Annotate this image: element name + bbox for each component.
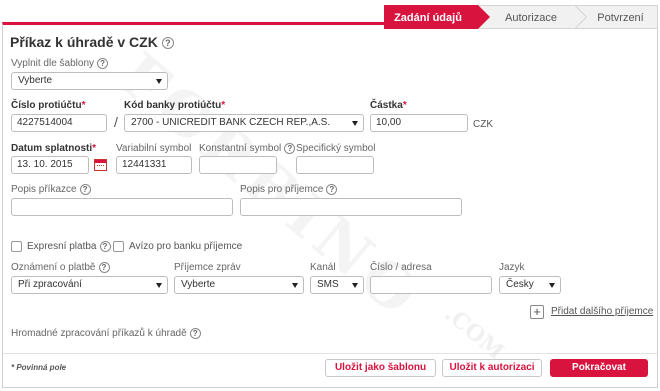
channel-label: Kanál: [310, 262, 336, 273]
specific-symbol-label: Specifický symbol: [296, 143, 376, 154]
account-label: Číslo protiúčtu*: [11, 100, 85, 111]
address-input[interactable]: [370, 276, 492, 294]
template-select-value: Vyberte: [18, 75, 53, 86]
help-icon[interactable]: ?: [99, 241, 111, 252]
step-confirmation-label: Potvrzení: [597, 12, 644, 24]
language-label: Jazyk: [499, 262, 525, 273]
step-authorization-label: Autorizace: [505, 12, 557, 24]
help-icon[interactable]: ?: [189, 328, 201, 339]
constant-symbol-label: Konstantní symbol?: [199, 143, 296, 155]
chevron-down-icon: [156, 283, 162, 288]
bank-code-select[interactable]: 2700 - UNICREDIT BANK CZECH REP.,A.S.: [124, 114, 364, 132]
bank-notice-checkbox[interactable]: [113, 241, 124, 252]
channel-select[interactable]: SMS: [310, 276, 364, 294]
help-icon[interactable]: ?: [284, 143, 296, 154]
help-icon[interactable]: ?: [97, 58, 109, 69]
account-input[interactable]: 4227514004: [11, 114, 107, 132]
bulk-processing-label-text: Hromadné zpracování příkazů k úhradě: [11, 328, 187, 340]
help-icon[interactable]: ?: [79, 184, 91, 195]
step-data-entry-label: Zadání údajů: [394, 12, 462, 24]
bank-code-select-value: 2700 - UNICREDIT BANK CZECH REP.,A.S.: [131, 117, 331, 128]
required-mark: *: [81, 100, 86, 111]
save-for-authorization-button[interactable]: Uložit k autorizaci: [442, 359, 542, 377]
bank-code-label: Kód banky protiúčtu*: [124, 100, 225, 111]
message-recipient-label: Příjemce zpráv: [174, 262, 241, 273]
template-select[interactable]: Vyberte: [11, 72, 168, 90]
payer-description-label-text: Popis příkazce: [11, 184, 77, 196]
express-payment-checkbox[interactable]: [11, 241, 22, 252]
bank-code-label-text: Kód banky protiúčtu: [124, 100, 222, 111]
bulk-processing-label: Hromadné zpracování příkazů k úhradě?: [11, 328, 201, 339]
continue-button[interactable]: Pokračovat: [550, 359, 648, 377]
amount-input[interactable]: 10,00: [370, 114, 468, 132]
bank-notice-label: Avízo pro banku příjemce: [129, 241, 243, 252]
chevron-down-icon: [352, 283, 358, 288]
message-recipient-select[interactable]: Vyberte: [174, 276, 304, 294]
message-recipient-select-value: Vyberte: [181, 279, 216, 290]
notification-label-text: Oznámení o platbě: [11, 262, 96, 274]
variable-symbol-label: Variabilní symbol: [116, 143, 192, 154]
notification-select[interactable]: Při zpracování: [11, 276, 168, 294]
notification-select-value: Při zpracování: [18, 279, 82, 290]
chevron-down-icon: [549, 283, 555, 288]
step-arrow-icon: [574, 5, 586, 29]
calendar-icon[interactable]: [94, 159, 107, 171]
constant-symbol-label-text: Konstantní symbol: [199, 143, 282, 155]
due-date-label: Datum splatnosti*: [11, 143, 96, 154]
variable-symbol-input[interactable]: 12441331: [116, 156, 192, 174]
language-select-value: Česky: [506, 279, 534, 290]
add-icon[interactable]: +: [530, 305, 544, 319]
recipient-description-input[interactable]: [240, 198, 462, 216]
due-date-label-text: Datum splatnosti: [11, 143, 93, 154]
page-title-text: Příkaz k úhradě v CZK: [10, 34, 158, 50]
required-mark: *: [402, 100, 407, 111]
recipient-description-label-text: Popis pro příjemce: [240, 184, 324, 196]
constant-symbol-input[interactable]: [199, 156, 277, 174]
channel-select-value: SMS: [317, 279, 339, 290]
template-label-text: Vyplnit dle šablony: [11, 58, 95, 70]
save-as-template-button[interactable]: Uložit jako šablonu: [325, 359, 436, 377]
help-icon[interactable]: ?: [98, 262, 110, 273]
footer-divider: [3, 353, 657, 354]
page-title: Příkaz k úhradě v CZK?: [10, 34, 174, 50]
template-label: Vyplnit dle šablony?: [11, 58, 109, 70]
required-fields-note: * Povinná pole: [11, 363, 67, 372]
recipient-description-label: Popis pro příjemce?: [240, 184, 338, 196]
chevron-down-icon: [292, 283, 298, 288]
amount-label-text: Částka: [370, 100, 403, 111]
progress-steps: Zadání údajů Autorizace Potvrzení: [384, 5, 658, 29]
address-label: Číslo / adresa: [370, 262, 432, 273]
payer-description-label: Popis příkazce?: [11, 184, 91, 195]
help-icon[interactable]: ?: [326, 184, 338, 195]
account-bank-separator: /: [114, 114, 118, 130]
required-mark: *: [221, 100, 226, 111]
express-payment-label-text: Expresní platba: [27, 241, 97, 253]
help-icon[interactable]: ?: [161, 37, 174, 50]
step-data-entry: Zadání údajů: [384, 5, 490, 29]
language-select[interactable]: Česky: [499, 276, 561, 294]
specific-symbol-input[interactable]: [296, 156, 374, 174]
chevron-down-icon: [352, 121, 358, 126]
currency-label: CZK: [473, 119, 493, 130]
amount-label: Částka*: [370, 100, 407, 111]
express-payment-label: Expresní platba?: [27, 241, 111, 252]
payer-description-input[interactable]: [11, 198, 233, 216]
required-mark: *: [92, 143, 97, 154]
step-arrow-icon: [478, 5, 490, 29]
due-date-input[interactable]: 13. 10. 2015: [11, 156, 89, 174]
add-recipient-link[interactable]: Přidat dalšího příjemce: [551, 306, 653, 317]
chevron-down-icon: [156, 79, 162, 84]
step-authorization: Autorizace: [478, 5, 587, 29]
notification-label: Oznámení o platbě?: [11, 262, 110, 273]
account-label-text: Číslo protiúčtu: [11, 100, 82, 111]
